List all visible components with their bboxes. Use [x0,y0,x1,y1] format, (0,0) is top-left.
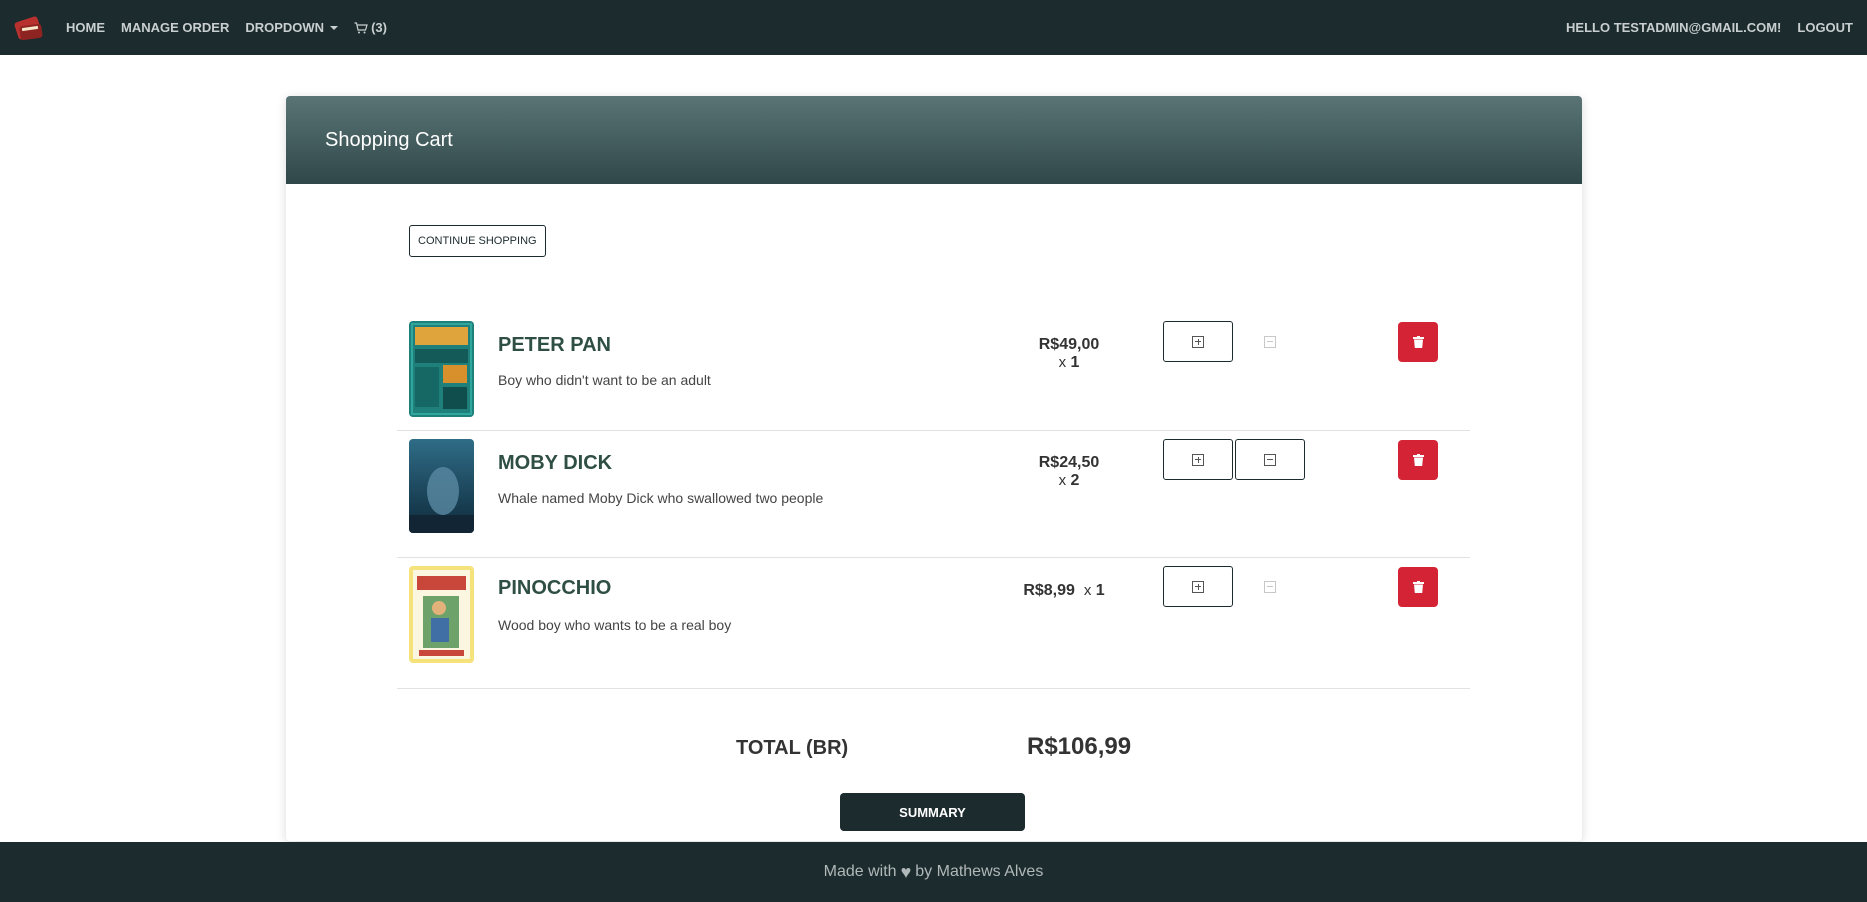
footer-made-with: Made with [823,863,897,880]
delete-item-button[interactable] [1398,567,1438,607]
nav-dropdown[interactable]: DROPDOWN [245,20,339,35]
trash-icon [1412,336,1424,348]
cart-item-row: MOBY DICK Whale named Moby Dick who swal… [397,432,1470,558]
footer: Made with ♥ by Mathews Alves [0,842,1867,902]
item-description: Boy who didn't want to be an adult [498,372,711,388]
cart-item-row: PETER PAN Boy who didn't want to be an a… [397,312,1470,431]
qty-prefix: x [1058,472,1067,489]
increase-qty-button[interactable] [1163,566,1233,607]
book-cover-moby-dick [409,439,474,533]
cart-item-row: PINOCCHIO Wood boy who wants to be a rea… [397,559,1470,689]
card-header: Shopping Cart [286,96,1582,184]
qty-value: 2 [1070,472,1080,489]
minus-square-icon [1264,580,1276,593]
book-cover-pinocchio [409,566,474,663]
nav-cart-link[interactable]: (3) [354,20,387,35]
nav-home-link[interactable]: HOME [66,20,105,35]
increase-qty-button[interactable] [1163,321,1233,362]
minus-square-icon [1264,335,1276,348]
item-description: Wood boy who wants to be a real boy [498,617,732,633]
plus-square-icon [1192,453,1204,466]
logout-link[interactable]: LOGOUT [1797,20,1853,35]
price-value: R$8,99 [1023,582,1075,599]
navbar: HOME MANAGE ORDER DROPDOWN (3) HELLO TES… [0,0,1867,55]
plus-square-icon [1192,580,1204,593]
cart-icon [354,21,368,33]
page-title: Shopping Cart [325,128,453,151]
continue-shopping-button[interactable]: CONTINUE SHOPPING [409,225,546,257]
nav-dropdown-label: DROPDOWN [245,20,325,35]
nav-manage-order-link[interactable]: MANAGE ORDER [121,20,229,35]
nav-right: HELLO TESTADMIN@GMAIL.COM! LOGOUT [1550,20,1853,35]
heart-icon: ♥ [900,861,912,882]
decrease-qty-button[interactable] [1235,321,1305,362]
cart-count: (3) [371,20,387,35]
item-title: MOBY DICK [498,452,613,474]
item-price: R$24,50 x 2 [1029,454,1109,490]
qty-value: 1 [1095,582,1105,599]
item-description: Whale named Moby Dick who swallowed two … [498,490,824,506]
plus-square-icon [1192,335,1204,348]
increase-qty-button[interactable] [1163,439,1233,480]
qty-prefix: x [1083,582,1092,599]
price-value: R$24,50 [1038,454,1100,471]
qty-prefix: x [1058,354,1067,371]
total-label: TOTAL (BR) [736,737,849,759]
qty-value: 1 [1070,354,1080,371]
caret-down-icon [330,25,339,30]
item-title: PETER PAN [498,334,611,356]
user-greeting[interactable]: HELLO TESTADMIN@GMAIL.COM! [1566,20,1781,35]
books-logo-icon[interactable] [13,13,44,43]
delete-item-button[interactable] [1398,440,1438,480]
trash-icon [1412,581,1424,593]
minus-square-icon [1264,453,1276,466]
total-value: R$106,99 [1027,733,1132,760]
summary-button[interactable]: SUMMARY [840,793,1025,831]
item-price: R$49,00 x 1 [1029,336,1109,372]
shopping-cart-card: Shopping Cart CONTINUE SHOPPING PETER PA… [286,96,1582,841]
footer-author: by Mathews Alves [915,863,1044,880]
delete-item-button[interactable] [1398,322,1438,362]
decrease-qty-button[interactable] [1235,566,1305,607]
item-title: PINOCCHIO [498,577,612,599]
price-value: R$49,00 [1038,336,1100,353]
decrease-qty-button[interactable] [1235,439,1305,480]
item-price: R$8,99 x 1 [1019,582,1109,600]
book-cover-peter-pan [409,321,474,417]
trash-icon [1412,454,1424,466]
